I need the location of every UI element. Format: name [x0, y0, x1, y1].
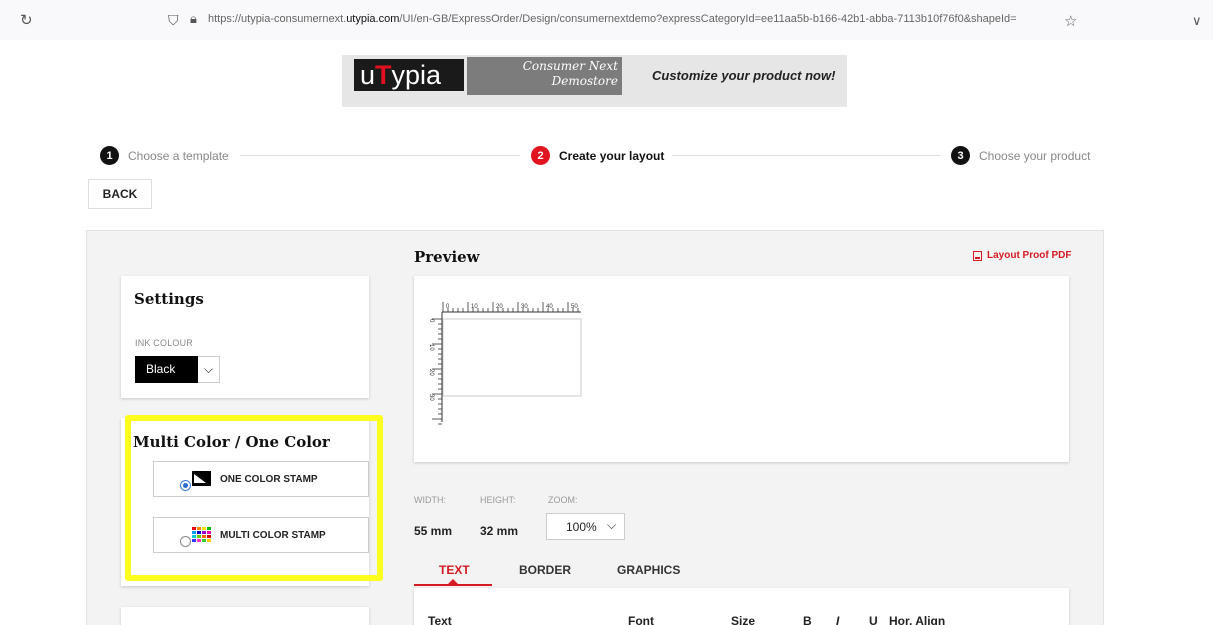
width-label: WIDTH:: [414, 495, 446, 505]
tab-border[interactable]: BORDER: [519, 563, 571, 577]
tab-graphics[interactable]: GRAPHICS: [617, 563, 680, 577]
step-connector: [240, 155, 520, 156]
stamp-area[interactable]: [442, 318, 582, 397]
col-italic[interactable]: I: [836, 614, 839, 625]
step-label: Create your layout: [559, 148, 665, 163]
step-choose-template[interactable]: 1 Choose a template: [100, 146, 229, 165]
layout-proof-pdf-link[interactable]: Layout Proof PDF: [973, 250, 1071, 261]
radio-selected[interactable]: [180, 480, 191, 491]
shield-icon[interactable]: ⛉: [168, 12, 179, 29]
reload-icon[interactable]: ↻: [20, 13, 36, 29]
banner-tagline: Customize your product now!: [652, 68, 836, 83]
url-text[interactable]: https://utypia-consumernext.utypia.com/U…: [208, 13, 1068, 25]
tab-text[interactable]: TEXT: [439, 563, 470, 577]
browser-toolbar: ↻ ⛉ 🔒︎ https://utypia-consumernext.utypi…: [0, 0, 1213, 40]
col-text: Text: [428, 614, 452, 625]
active-tab-indicator: [414, 584, 492, 586]
col-underline[interactable]: U: [869, 614, 878, 625]
multi-color-stamp-option[interactable]: MULTI COLOR STAMP: [153, 517, 369, 553]
step-label: Choose your product: [979, 148, 1091, 163]
chevron-down-icon: ⌵: [607, 518, 617, 532]
settings-card: Settings INK COLOUR Black ⌵: [121, 276, 369, 398]
step-number: 1: [100, 146, 119, 165]
height-label: HEIGHT:: [480, 495, 516, 505]
col-size: Size: [731, 614, 756, 625]
step-number: 3: [951, 146, 970, 165]
step-number: 2: [531, 146, 550, 165]
col-hor-align: Hor. Align: [889, 614, 946, 625]
v-tick-label: 0: [428, 319, 434, 323]
height-value: 32 mm: [480, 524, 519, 538]
col-font: Font: [628, 614, 654, 625]
proof-link-label: Layout Proof PDF: [987, 250, 1072, 261]
option-label: ONE COLOR STAMP: [220, 474, 318, 485]
active-tab-caret: [448, 579, 458, 584]
v-tick-label: 30: [428, 394, 434, 401]
multi-color-stamp-icon: [192, 527, 211, 542]
step-choose-product[interactable]: 3 Choose your product: [951, 146, 1090, 165]
next-settings-card: [121, 607, 369, 625]
h-tick-label: 0: [446, 304, 450, 310]
h-tick-label: 50: [571, 304, 578, 310]
bookmark-star-icon[interactable]: ☆: [1064, 12, 1077, 30]
h-tick-label: 10: [471, 304, 478, 310]
lock-icon[interactable]: 🔒︎: [190, 11, 197, 27]
back-button[interactable]: BACK: [88, 179, 152, 209]
v-tick-label: 20: [428, 369, 434, 376]
col-bold[interactable]: B: [803, 614, 812, 625]
step-label: Choose a template: [128, 148, 229, 163]
v-tick-label: 10: [428, 344, 434, 351]
demostore-label: Consumer Next Demostore: [467, 57, 622, 95]
ink-colour-select[interactable]: Black: [135, 356, 198, 383]
h-tick-label: 40: [546, 304, 553, 310]
pocket-icon[interactable]: ∨: [1192, 13, 1202, 29]
one-color-stamp-icon: [192, 471, 211, 486]
settings-title: Settings: [134, 290, 204, 308]
pdf-icon: [973, 250, 982, 261]
color-mode-card: Multi Color / One Color ONE COLOR STAMP …: [121, 418, 369, 586]
utypia-logo[interactable]: uTypia: [354, 59, 464, 91]
option-label: MULTI COLOR STAMP: [220, 530, 326, 541]
store-banner: uTypia Consumer Next Demostore Customize…: [342, 55, 847, 107]
zoom-label: ZOOM:: [548, 495, 578, 505]
chevron-down-icon[interactable]: ⌵: [198, 356, 220, 383]
stamp-preview-ruler: 0 10 20 30 40 50 0 10 20 30: [428, 302, 582, 425]
width-value: 55 mm: [414, 524, 453, 538]
zoom-value: 100%: [566, 520, 597, 534]
one-color-stamp-option[interactable]: ONE COLOR STAMP: [153, 461, 369, 497]
step-create-layout[interactable]: 2 Create your layout: [531, 146, 664, 165]
step-connector: [672, 155, 940, 156]
color-mode-title: Multi Color / One Color: [133, 433, 330, 451]
radio-unselected[interactable]: [180, 536, 191, 547]
address-bar[interactable]: ⛉ 🔒︎ https://utypia-consumernext.utypia.…: [132, 10, 1088, 32]
ink-colour-label: INK COLOUR: [135, 338, 194, 348]
h-tick-label: 20: [496, 304, 503, 310]
zoom-select[interactable]: 100% ⌵: [546, 513, 625, 540]
preview-title: Preview: [414, 248, 480, 266]
h-tick-label: 30: [521, 304, 528, 310]
preview-canvas: 0 10 20 30 40 50 0 10 20 30: [414, 276, 1069, 462]
